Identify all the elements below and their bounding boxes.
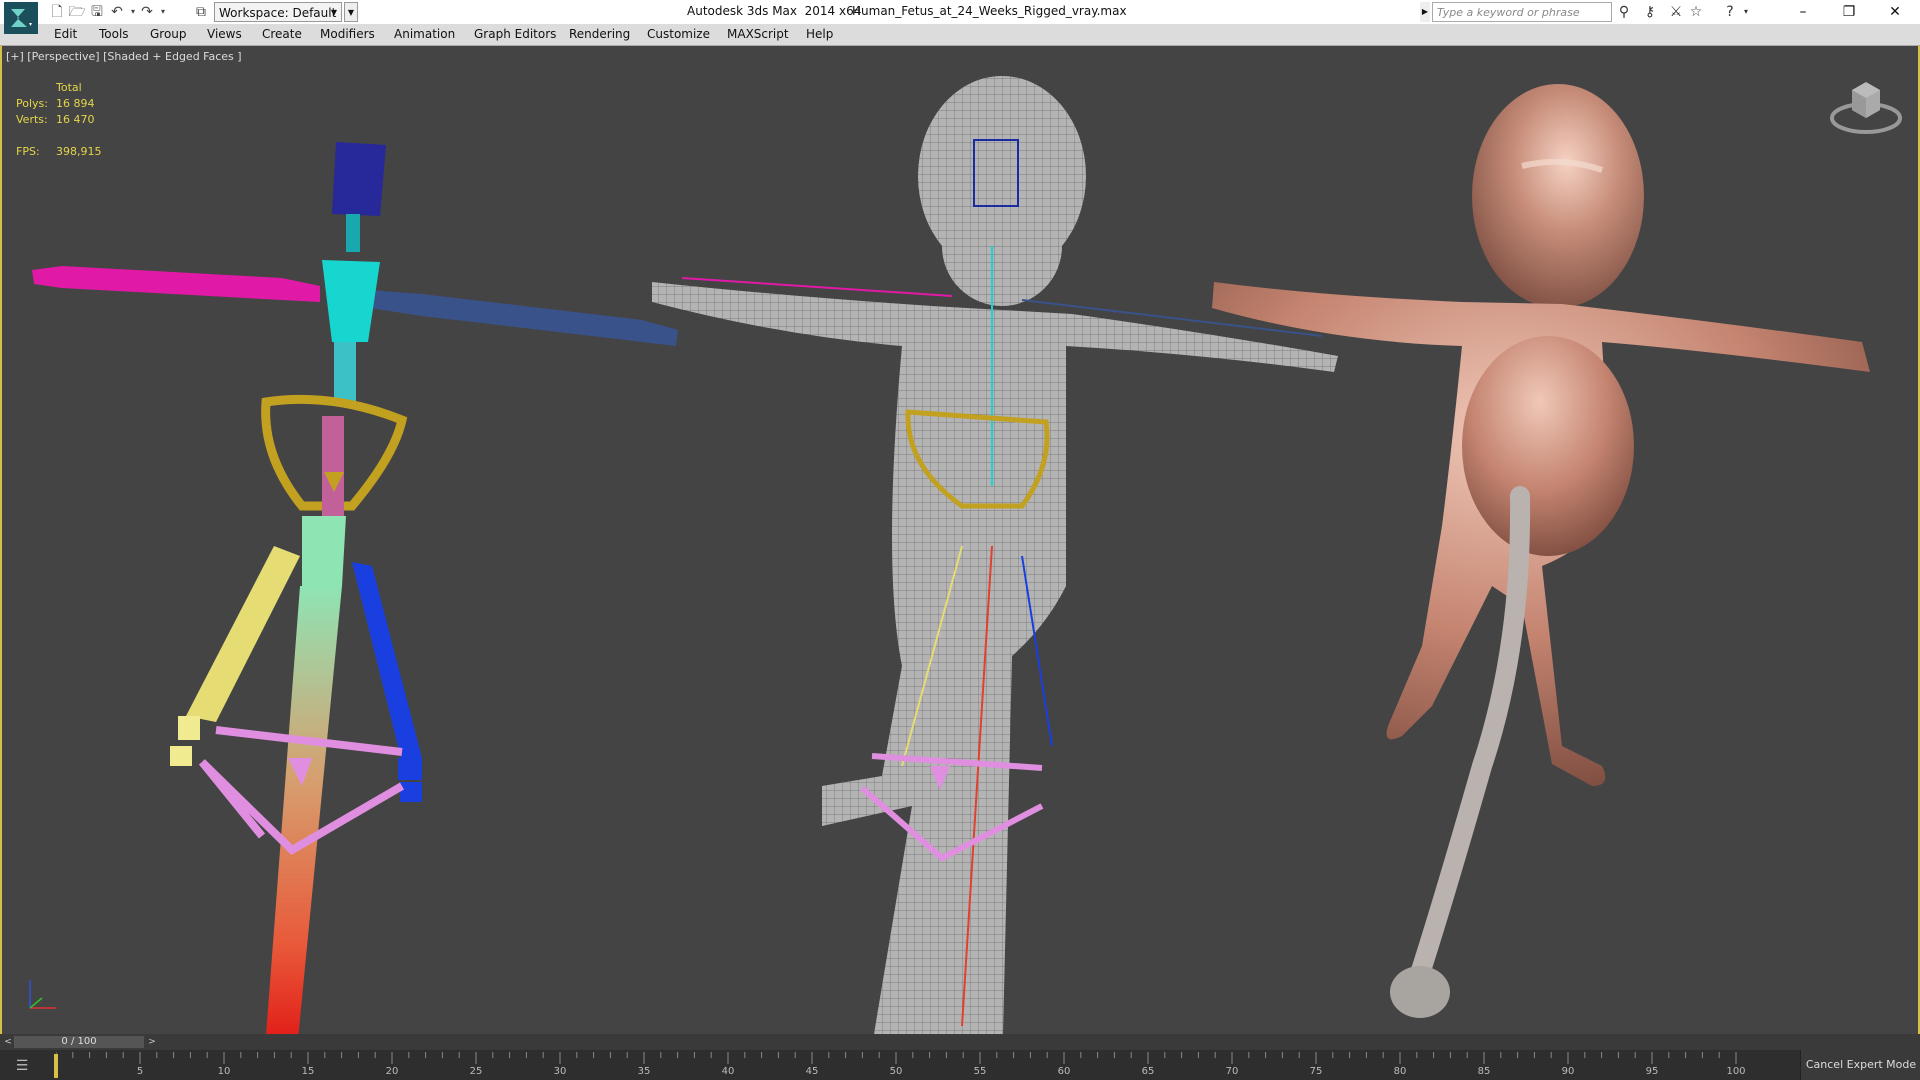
menu-graph-editors[interactable]: Graph Editors	[474, 27, 556, 41]
cancel-expert-mode-button[interactable]: Cancel Expert Mode	[1800, 1050, 1920, 1080]
track-tick-label: 25	[469, 1066, 483, 1077]
subscription-key-icon[interactable]: ⚷	[1640, 3, 1660, 21]
fps-label: FPS:	[16, 145, 40, 158]
fps-value: 398,915	[56, 145, 102, 158]
track-tick-label: 10	[217, 1066, 231, 1077]
redo-dropdown-icon[interactable]: ▾	[154, 3, 172, 21]
menu-edit[interactable]: Edit	[54, 27, 77, 41]
track-tick-label: 45	[805, 1066, 819, 1077]
app-logo-icon[interactable]	[4, 2, 38, 34]
mini-curve-editor-icon[interactable]: ☰	[4, 1056, 40, 1076]
stats-header: Total	[56, 81, 82, 94]
axis-tripod-icon	[22, 976, 62, 1016]
track-bar[interactable]: ☰ 5 10 15 20 25 30 35 40 45 50 55 60 65 70 75 80 85 90 95 1…	[0, 1050, 1920, 1080]
track-tick-label: 5	[136, 1066, 144, 1077]
time-slider[interactable]: 0 / 100	[14, 1036, 144, 1048]
track-tick-label: 65	[1141, 1066, 1155, 1077]
save-file-icon[interactable]: 🖫	[88, 3, 106, 21]
file-name: Human_Fetus_at_24_Weeks_Rigged_vray.max	[852, 4, 1127, 18]
wireframe-mesh[interactable]	[652, 76, 1338, 1034]
shaded-model[interactable]	[1212, 84, 1870, 1018]
scene-statistics: Total Polys: 16 894 Verts: 16 470 FPS: 398,…	[16, 80, 102, 160]
menu-bar: Edit Tools Group Views Create Modifiers …	[0, 24, 1920, 46]
verts-label: Verts:	[16, 113, 48, 126]
restore-button[interactable]: ❐	[1826, 0, 1872, 24]
title-bar: 🗋 🗁 🖫 ↶ ▾ ↷ ▾ ⧉ Workspace: Default ▼ ▼ A…	[0, 0, 1920, 34]
track-tick-label: 30	[553, 1066, 567, 1077]
info-center-expand-icon[interactable]: ▶	[1420, 2, 1430, 22]
quick-access-dropdown-icon[interactable]: ▼	[344, 2, 358, 22]
menu-modifiers[interactable]: Modifiers	[320, 27, 375, 41]
verts-value: 16 470	[56, 113, 95, 126]
track-tick-label: 85	[1477, 1066, 1491, 1077]
menu-customize[interactable]: Customize	[647, 27, 710, 41]
chevron-down-icon: ▼	[330, 8, 337, 17]
menu-maxscript[interactable]: MAXScript	[727, 27, 789, 41]
workspace-label: Workspace: Default	[219, 6, 337, 20]
scene-render	[32, 76, 1870, 1034]
track-tick-label: 60	[1057, 1066, 1071, 1077]
track-tick-label: 20	[385, 1066, 399, 1077]
current-frame-marker[interactable]	[54, 1054, 58, 1078]
app-title: Autodesk 3ds Max 2014 x64	[687, 4, 862, 18]
perspective-viewport[interactable]: [+] [Perspective] [Shaded + Edged Faces …	[0, 46, 1920, 1034]
menu-rendering[interactable]: Rendering	[569, 27, 630, 41]
prev-frame-button[interactable]: <	[2, 1036, 14, 1048]
minimize-button[interactable]: –	[1780, 0, 1826, 24]
skeleton-rig[interactable]	[32, 142, 678, 1034]
track-tick-label: 15	[301, 1066, 315, 1077]
track-tick-label: 55	[973, 1066, 987, 1077]
time-slider-bar: < 0 / 100 >	[0, 1034, 1920, 1050]
track-tick-label: 50	[889, 1066, 903, 1077]
menu-group[interactable]: Group	[150, 27, 187, 41]
menu-animation[interactable]: Animation	[394, 27, 455, 41]
viewport-label[interactable]: [+] [Perspective] [Shaded + Edged Faces …	[6, 50, 242, 63]
view-cube-icon[interactable]	[1828, 72, 1904, 138]
close-button[interactable]: ✕	[1872, 0, 1918, 24]
menu-help[interactable]: Help	[806, 27, 833, 41]
binoculars-icon[interactable]: ⚲	[1614, 3, 1634, 21]
next-frame-button[interactable]: >	[146, 1036, 158, 1048]
track-tick-label: 90	[1561, 1066, 1575, 1077]
polys-value: 16 894	[56, 97, 95, 110]
open-file-icon[interactable]: 🗁	[68, 3, 86, 21]
menu-create[interactable]: Create	[262, 27, 302, 41]
polys-label: Polys:	[16, 97, 48, 110]
favorites-star-icon[interactable]: ☆	[1686, 3, 1706, 21]
communication-center-icon[interactable]: ⚔	[1666, 3, 1686, 21]
track-tick-label: 80	[1393, 1066, 1407, 1077]
track-tick-label: 40	[721, 1066, 735, 1077]
workspace-select[interactable]: Workspace: Default ▼	[214, 2, 342, 22]
help-dropdown-icon[interactable]: ▾	[1736, 3, 1756, 21]
track-tick-label: 75	[1309, 1066, 1323, 1077]
track-tick-label: 95	[1645, 1066, 1659, 1077]
search-input[interactable]: Type a keyword or phrase	[1432, 2, 1612, 22]
project-folder-icon[interactable]: ⧉	[192, 3, 210, 21]
menu-tools[interactable]: Tools	[99, 27, 129, 41]
track-tick-label: 70	[1225, 1066, 1239, 1077]
track-tick-label: 35	[637, 1066, 651, 1077]
menu-views[interactable]: Views	[207, 27, 242, 41]
track-tick-label: 100	[1726, 1066, 1746, 1077]
new-file-icon[interactable]: 🗋	[48, 3, 66, 21]
